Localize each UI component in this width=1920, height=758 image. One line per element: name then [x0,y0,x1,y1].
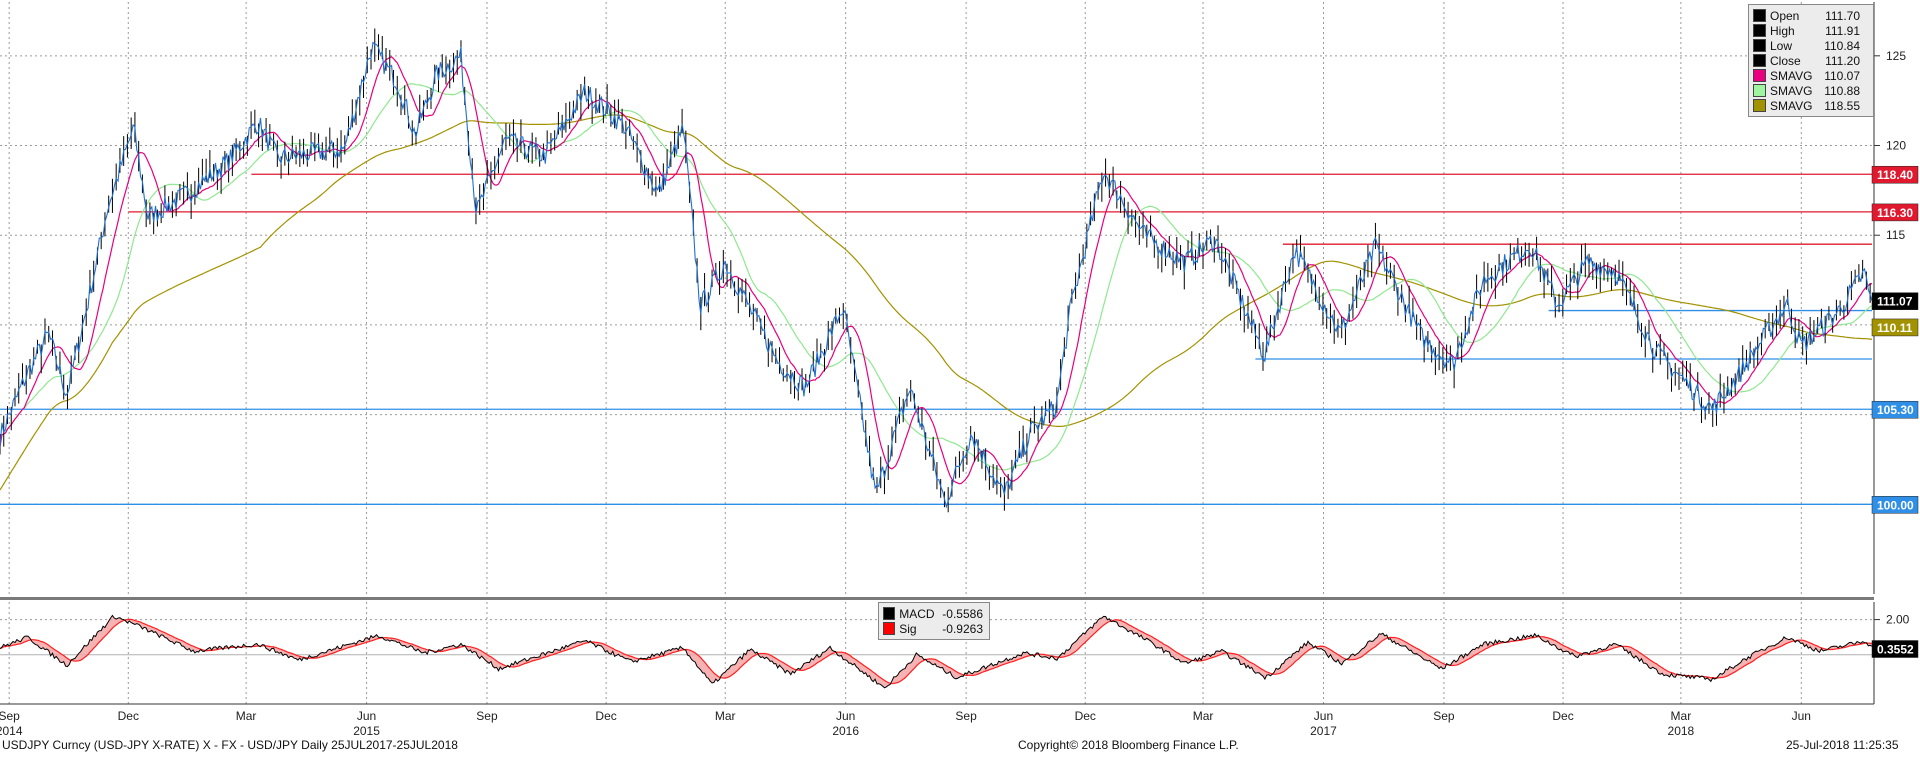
price-legend: Open 111.70 High 111.91 Low 110.84 Close 111.20… [1748,4,1874,117]
x-month-label-5: Dec [595,709,616,723]
level-flag-1-group: 116.30 [1871,203,1919,222]
price-flag-1-group: 110.11 [1871,318,1919,337]
x-month-label-0: Sep [0,709,20,723]
horizontal-levels [0,173,1872,505]
x-month-label-11: Jun [1314,709,1333,723]
x-month-label-6: Mar [715,709,736,723]
y-tick-label-4: 120 [1886,139,1906,153]
price-legend-name: Open [1770,8,1800,23]
price-flag-1: 110.11 [1877,321,1913,335]
level-flag-6: 100.00 [1877,498,1914,512]
price-legend-row: Open 111.70 [1749,8,1873,23]
price-legend-name: Low [1770,38,1793,53]
price-legend-name: High [1770,23,1795,38]
x-year-label-3: 2017 [1310,724,1337,738]
price-legend-name: SMAVG [1770,68,1813,83]
price-legend-row: Low 110.84 [1749,38,1873,53]
level-flag-0-group: 118.40 [1871,165,1919,184]
price-flag-0-group: 111.07 [1871,292,1919,310]
macd-y-tick-label-0: 2.00 [1886,613,1910,627]
price-legend-swatch [1753,84,1766,97]
level-flag-0: 118.40 [1877,168,1913,182]
price-legend-swatch [1753,99,1766,112]
price-legend-swatch [1753,24,1766,37]
price-legend-row: Close 111.20 [1749,53,1873,68]
level-flag-6-group: 100.00 [1871,496,1919,514]
price-legend-name: SMAVG [1770,83,1813,98]
macd-legend: MACD -0.5586 Sig -0.9263 [878,602,990,640]
price-legend-value: 118.55 [1824,98,1860,113]
x-month-label-12: Sep [1433,709,1455,723]
price-legend-row: SMAVG 110.07 [1749,68,1873,83]
x-month-label-8: Sep [955,709,977,723]
x-month-label-3: Jun [357,709,376,723]
price-legend-value: 111.70 [1825,8,1860,23]
x-year-label-2: 2016 [832,724,859,738]
x-month-label-14: Mar [1671,709,1692,723]
x-month-label-10: Mar [1193,709,1214,723]
x-month-label-9: Dec [1075,709,1096,723]
macd-legend-swatch [883,622,896,635]
macd-legend-value: -0.9263 [942,621,983,636]
price-legend-swatch [1753,9,1766,22]
footer-instrument: USDJPY Curncy (USD-JPY X-RATE) X - FX - … [2,738,458,752]
x-month-label-15: Jun [1792,709,1811,723]
footer-copyright: Copyright© 2018 Bloomberg Finance L.P. [1018,738,1239,752]
price-legend-value: 111.91 [1825,23,1860,38]
price-legend-value: 110.88 [1824,83,1860,98]
x-month-label-2: Mar [236,709,257,723]
macd-value-flag-group: 0.3552 [1871,640,1919,658]
price-legend-row: SMAVG 118.55 [1749,98,1873,113]
x-year-label-1: 2015 [353,724,380,738]
x-year-label-4: 2018 [1668,724,1695,738]
macd-legend-row: Sig -0.9263 [879,621,989,636]
x-month-label-1: Dec [118,709,139,723]
price-legend-name: SMAVG [1770,98,1813,113]
level-flag-5: 105.30 [1877,403,1914,417]
panel-separator [0,597,1874,600]
price-series [0,28,1873,513]
price-legend-swatch [1753,39,1766,52]
y-tick-label-3: 115 [1886,228,1905,242]
chart-canvas: 1001051101151201252.00118.40116.30105.30… [0,2,1919,738]
price-legend-value: 111.20 [1825,53,1860,68]
price-legend-swatch [1753,69,1766,82]
price-legend-name: Close [1770,53,1801,68]
x-month-label-13: Dec [1552,709,1573,723]
price-legend-swatch [1753,54,1766,67]
x-year-label-0: 2014 [0,724,23,738]
x-month-label-4: Sep [476,709,498,723]
sma-fast-line [0,56,1873,485]
price-legend-value: 110.84 [1824,38,1860,53]
macd-value-flag: 0.3552 [1877,643,1914,657]
price-close-line [0,41,1873,509]
footer-timestamp: 25-Jul-2018 11:25:35 [1786,738,1899,752]
x-month-label-7: Jun [836,709,855,723]
macd-legend-name: Sig [899,621,917,636]
sma-mid-line [0,83,1873,471]
macd-legend-row: MACD -0.5586 [879,606,989,621]
price-legend-row: High 111.91 [1749,23,1873,38]
price-legend-row: SMAVG 110.88 [1749,83,1873,98]
price-legend-value: 110.07 [1824,68,1860,83]
price-flag-0: 111.07 [1877,295,1913,309]
grid [0,2,1874,704]
macd-legend-value: -0.5586 [942,606,983,621]
level-flag-1: 116.30 [1877,206,1913,220]
y-tick-label-5: 125 [1886,49,1906,63]
macd-legend-swatch [883,607,896,620]
level-flag-5-group: 105.30 [1871,400,1919,419]
macd-legend-name: MACD [899,606,935,621]
